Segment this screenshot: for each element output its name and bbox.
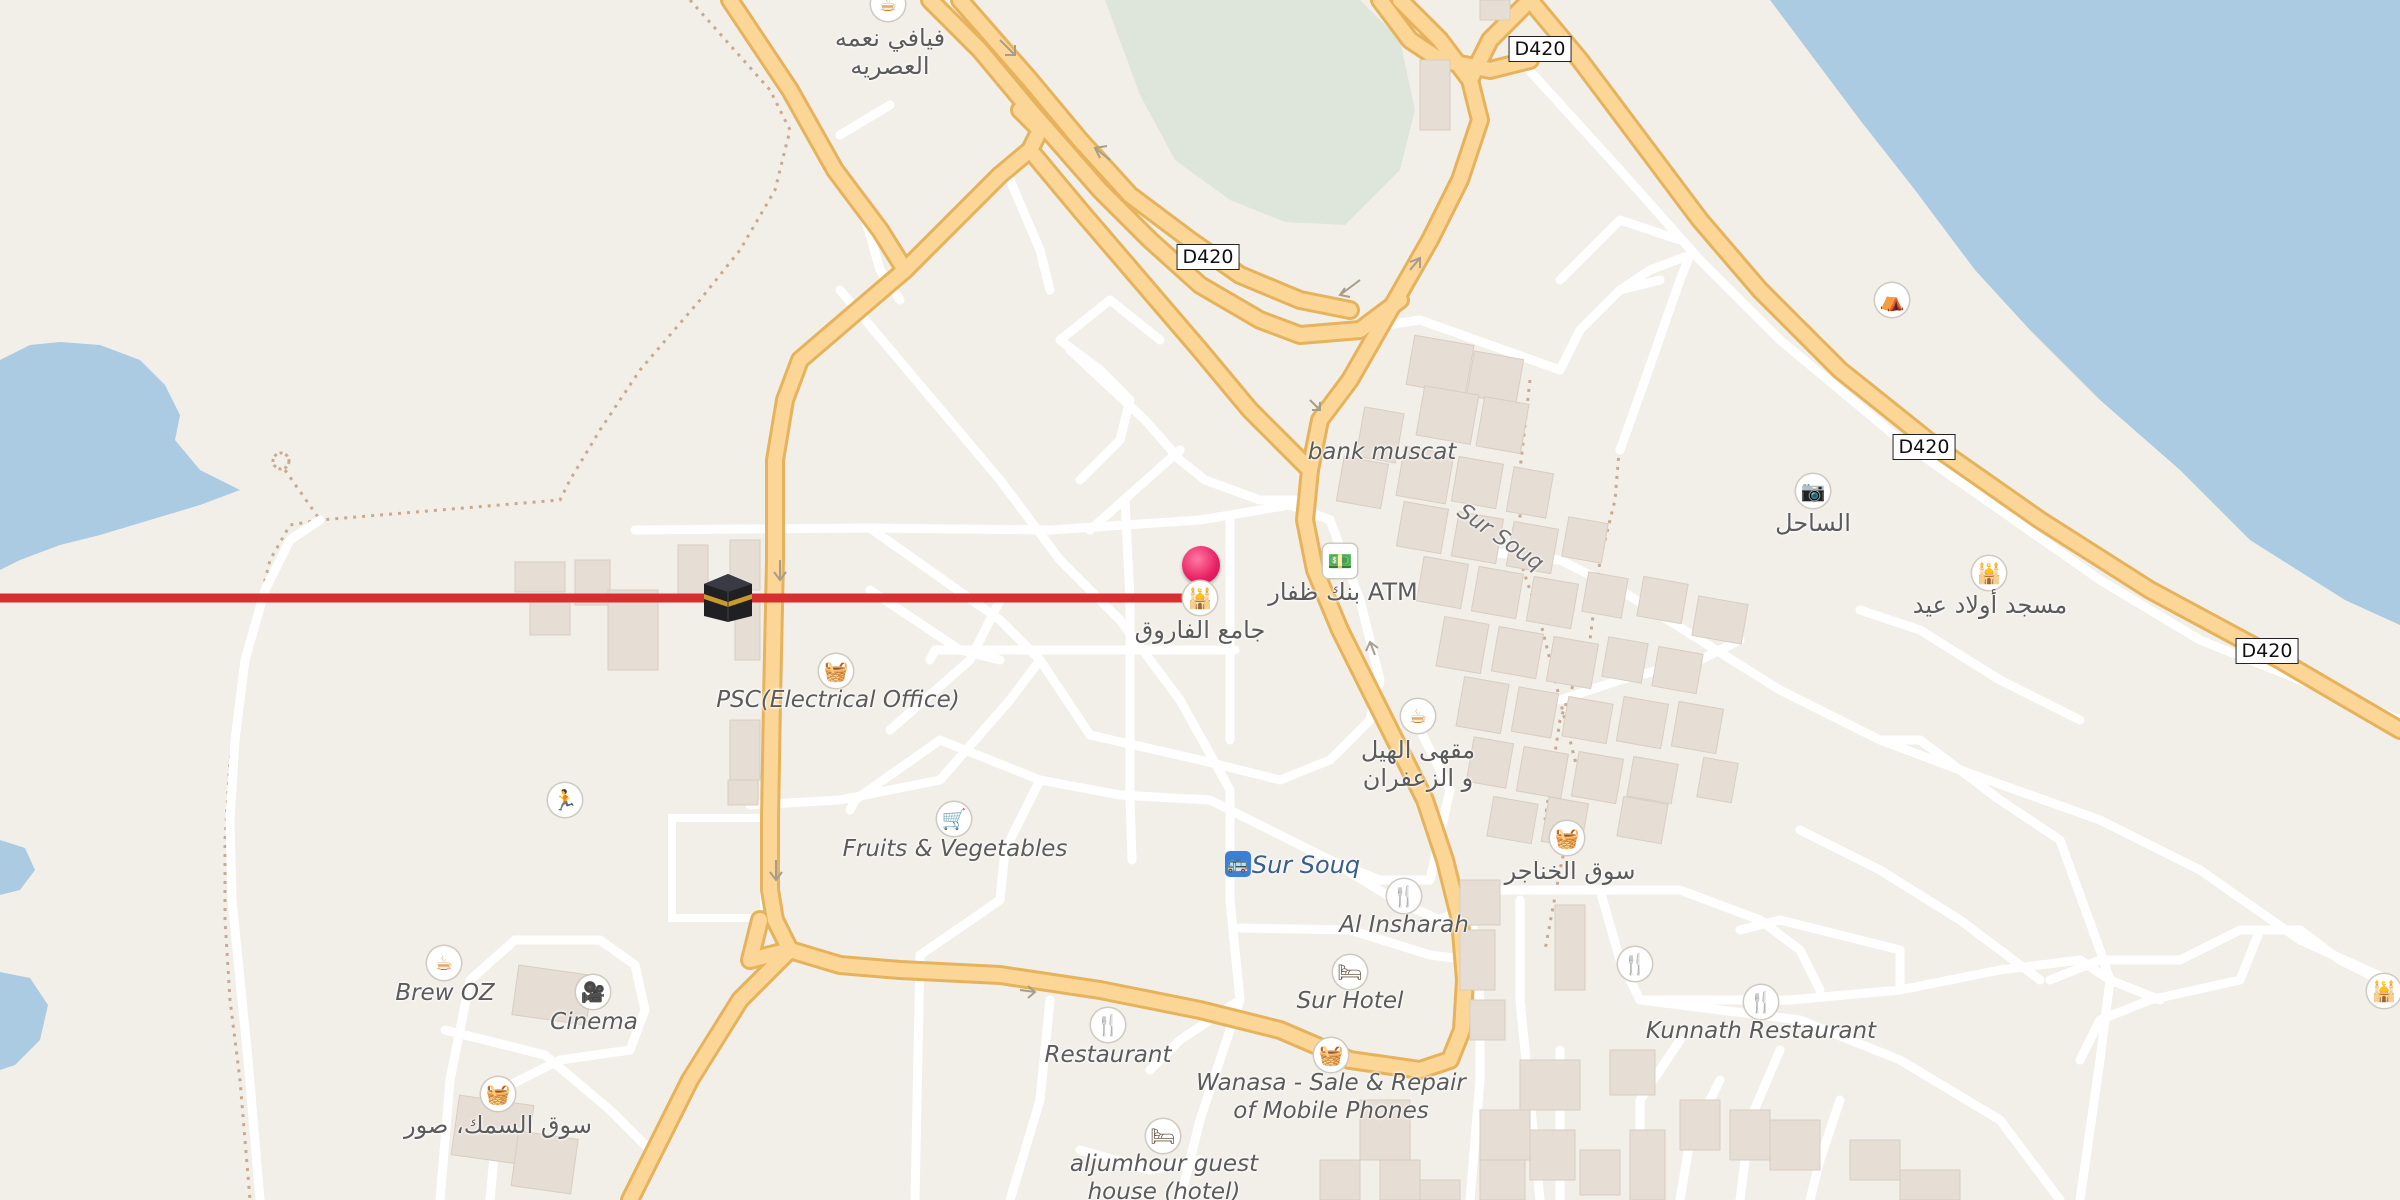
shopping-basket-icon-khanjar[interactable]: 🧺: [1550, 821, 1584, 855]
label-farooq-mosque[interactable]: جامع الفاروق: [1135, 616, 1266, 644]
label-sur-hotel[interactable]: Sur Hotel: [1297, 987, 1404, 1015]
label-bank-atm[interactable]: بنك ظفار ATM: [1268, 578, 1417, 606]
bed-icon-aljumhour[interactable]: 🛏: [1146, 1119, 1180, 1153]
cafe-cup-icon-heel[interactable]: ☕: [1401, 699, 1435, 733]
camera-icon[interactable]: 📷: [1796, 474, 1830, 508]
movie-camera-icon[interactable]: 🎥: [576, 975, 610, 1009]
shopping-basket-icon-fish[interactable]: 🧺: [481, 1077, 515, 1111]
picnic-table-icon[interactable]: ⛺: [1875, 283, 1909, 317]
label-al-insharah[interactable]: Al Insharah: [1339, 911, 1469, 939]
shopping-basket-icon-wanasa[interactable]: 🧺: [1314, 1038, 1348, 1072]
map-view[interactable]: D420 D420 D420 D420 ☕ فيافي نعمه العصريه…: [0, 0, 2400, 1200]
label-bus-sur-souq[interactable]: Sur Souq: [1252, 851, 1360, 879]
label-cinema[interactable]: Cinema: [550, 1008, 638, 1036]
label-fish-market[interactable]: سوق السمك، صور: [404, 1111, 592, 1139]
label-alsahel[interactable]: الساحل: [1775, 509, 1851, 537]
location-pin-icon[interactable]: [1182, 546, 1220, 584]
route-shield-d420-north: D420: [1508, 36, 1572, 62]
route-shield-d420-coast: D420: [1892, 434, 1956, 460]
label-restaurant[interactable]: Restaurant: [1045, 1041, 1172, 1069]
shopping-basket-icon[interactable]: 🧺: [819, 654, 853, 688]
label-wanasa[interactable]: Wanasa - Sale & Repair of Mobile Phones: [1196, 1069, 1466, 1125]
fork-knife-icon-restaurant[interactable]: 🍴: [1091, 1008, 1125, 1042]
fork-knife-icon-insharah[interactable]: 🍴: [1387, 879, 1421, 913]
kaaba-icon[interactable]: [700, 572, 756, 624]
label-cafe-heel[interactable]: مقهى الهيل و الزعفران: [1361, 736, 1475, 792]
running-person-icon[interactable]: 🏃: [548, 783, 582, 817]
cafe-cup-icon-brew-oz[interactable]: ☕: [427, 946, 461, 980]
label-bank-muscat[interactable]: bank muscat: [1308, 438, 1457, 466]
banknote-icon[interactable]: 💵: [1323, 544, 1357, 578]
route-shield-d420-center: D420: [1176, 244, 1240, 270]
route-shield-d420-east: D420: [2235, 638, 2299, 664]
mosque-icon[interactable]: 🕌: [1972, 556, 2006, 590]
bus-stop-icon[interactable]: 🚌: [1225, 851, 1251, 877]
label-cafe-top[interactable]: فيافي نعمه العصريه: [835, 24, 945, 80]
label-fruits[interactable]: Fruits & Vegetables: [843, 835, 1068, 863]
mosque-icon-farooq[interactable]: 🕌: [1183, 581, 1217, 615]
bed-icon-sur-hotel[interactable]: 🛏: [1333, 955, 1367, 989]
label-mosque-awlad-eid[interactable]: مسجد أولاد عيد: [1913, 591, 2067, 619]
mosque-icon-east[interactable]: 🕌: [2367, 974, 2400, 1008]
label-aljumhour[interactable]: aljumhour guest house (hotel): [1070, 1150, 1258, 1200]
fork-knife-icon-kunnath[interactable]: 🍴: [1744, 985, 1778, 1019]
label-brew-oz[interactable]: Brew OZ: [395, 979, 494, 1007]
fork-knife-icon[interactable]: 🍴: [1618, 947, 1652, 981]
shopping-cart-icon[interactable]: 🛒: [937, 802, 971, 836]
label-kunnath[interactable]: Kunnath Restaurant: [1646, 1017, 1876, 1045]
label-psc[interactable]: PSC(Electrical Office): [716, 686, 959, 714]
label-souq-khanjar[interactable]: سوق الخناجر: [1505, 857, 1636, 885]
